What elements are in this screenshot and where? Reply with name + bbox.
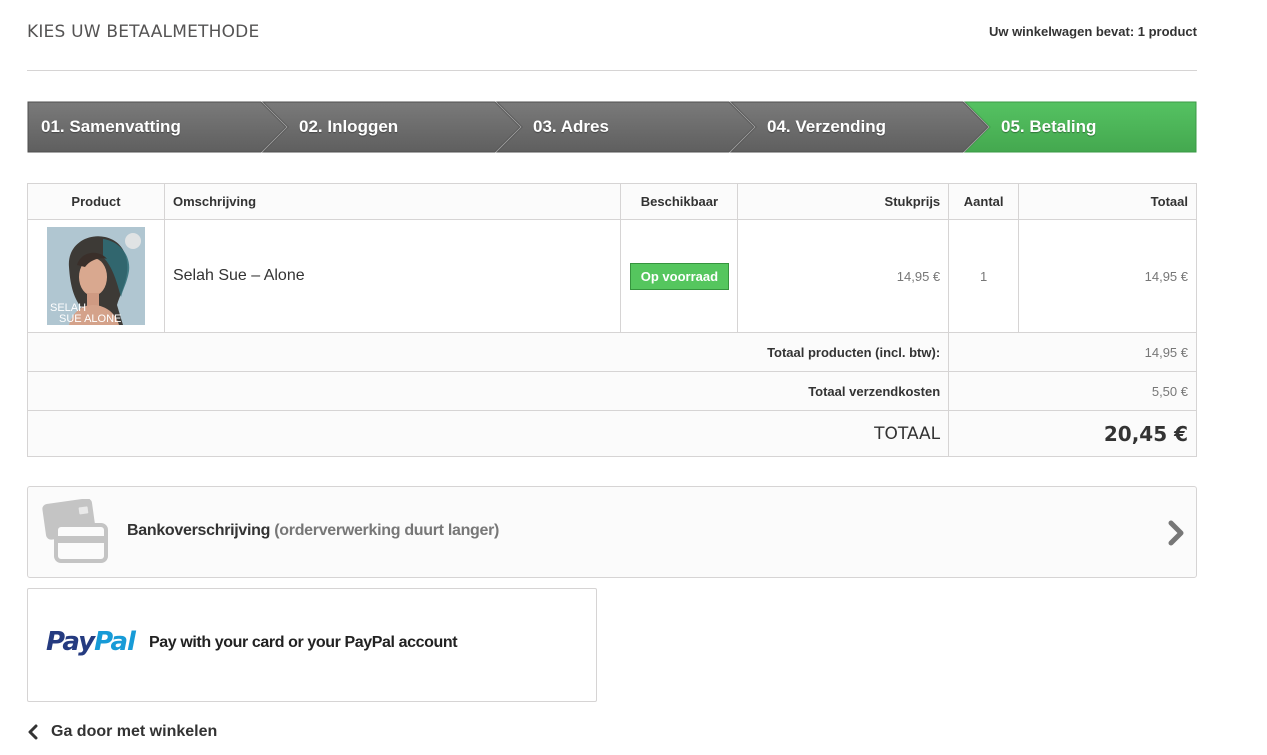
shipping-total-value: 5,50 € bbox=[948, 371, 1197, 411]
paypal-label: Pay with your card or your PayPal accoun… bbox=[149, 634, 458, 651]
col-description: Omschrijving bbox=[163, 183, 622, 220]
step-login[interactable]: 02. Inloggen bbox=[299, 101, 398, 153]
page-title: KIES UW BETAALMETHODE bbox=[27, 22, 260, 42]
step-summary[interactable]: 01. Samenvatting bbox=[41, 101, 181, 153]
page-header: KIES UW BETAALMETHODE Uw winkelwagen bev… bbox=[27, 0, 1197, 71]
product-description-cell: Selah Sue – Alone bbox=[163, 219, 622, 333]
line-total-cell: 14,95 € bbox=[1018, 219, 1197, 333]
unit-price-cell: 14,95 € bbox=[737, 219, 950, 333]
cart-table: Product Omschrijving Beschikbaar Stukpri… bbox=[26, 183, 1197, 457]
col-quantity: Aantal bbox=[948, 183, 1020, 220]
in-stock-badge: Op voorraad bbox=[629, 262, 730, 290]
step-shipping[interactable]: 04. Verzending bbox=[767, 101, 886, 153]
subtotal-products-value: 14,95 € bbox=[948, 332, 1197, 372]
col-total: Totaal bbox=[1018, 183, 1197, 220]
bank-transfer-label-group: Bankoverschrijving (orderverwerking duur… bbox=[127, 522, 499, 540]
product-image-cell: SELAH SUE ALONE bbox=[27, 219, 165, 333]
grand-total-row: TOTAAL 20,45 € bbox=[26, 410, 1197, 457]
bank-transfer-label: Bankoverschrijving bbox=[127, 522, 271, 539]
quantity-cell: 1 bbox=[948, 219, 1020, 333]
grand-total-value: 20,45 € bbox=[948, 410, 1197, 457]
paypal-logo-pay: Pay bbox=[46, 627, 95, 657]
table-row: SELAH SUE ALONE Selah Sue – Alone Op voo… bbox=[27, 219, 1197, 333]
step-address[interactable]: 03. Adres bbox=[533, 101, 609, 153]
credit-card-icon bbox=[42, 499, 108, 563]
subtotal-products-row: Totaal producten (incl. btw): 14,95 € bbox=[26, 332, 1197, 372]
checkout-steps: 01. Samenvatting 02. Inloggen 03. Adres … bbox=[27, 101, 1197, 153]
col-availability: Beschikbaar bbox=[620, 183, 739, 220]
paypal-logo: PayPal bbox=[46, 627, 136, 657]
bank-transfer-option[interactable]: Bankoverschrijving (orderverwerking duur… bbox=[27, 486, 1197, 578]
col-product: Product bbox=[27, 183, 165, 220]
step-payment: 05. Betaling bbox=[1001, 117, 1097, 136]
cart-header-row: Product Omschrijving Beschikbaar Stukpri… bbox=[27, 183, 1197, 220]
chevron-right-icon bbox=[1168, 520, 1184, 546]
chevron-left-icon bbox=[28, 724, 38, 740]
subtotal-products-label: Totaal producten (incl. btw): bbox=[26, 332, 950, 372]
shipping-total-row: Totaal verzendkosten 5,50 € bbox=[26, 371, 1197, 411]
bank-transfer-note: (orderverwerking duurt langer) bbox=[274, 522, 500, 539]
cart-summary: Uw winkelwagen bevat: 1 product bbox=[988, 24, 1197, 39]
paypal-option[interactable]: PayPal Pay with your card or your PayPal… bbox=[27, 588, 597, 702]
album-title-line-2: SUE ALONE bbox=[59, 313, 121, 325]
continue-shopping-label: Ga door met winkelen bbox=[51, 723, 218, 740]
paypal-logo-pal: Pal bbox=[94, 627, 136, 657]
availability-cell: Op voorraad bbox=[620, 219, 739, 333]
shipping-total-label: Totaal verzendkosten bbox=[26, 371, 950, 411]
product-name[interactable]: Selah Sue – Alone bbox=[173, 267, 305, 284]
product-image[interactable]: SELAH SUE ALONE bbox=[46, 227, 145, 325]
col-unit-price: Stukprijs bbox=[737, 183, 950, 220]
grand-total-label: TOTAAL bbox=[26, 410, 950, 457]
